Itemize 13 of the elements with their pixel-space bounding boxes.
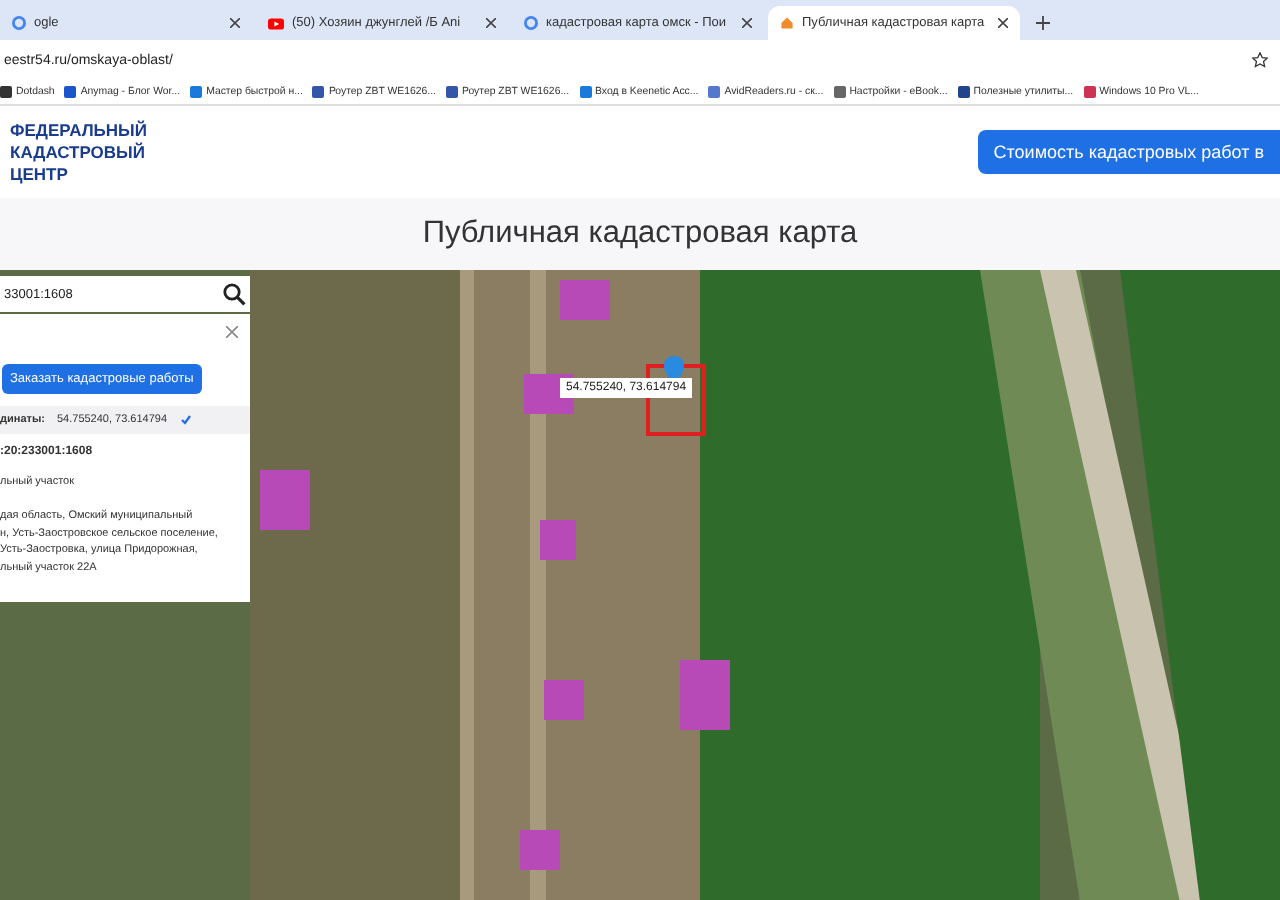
close-icon[interactable]: [998, 18, 1008, 28]
close-icon[interactable]: [486, 18, 496, 28]
check-icon: [179, 414, 192, 426]
search-icon[interactable]: [222, 282, 246, 306]
house-icon: [780, 16, 794, 30]
play-icon: [268, 17, 284, 29]
cost-button[interactable]: Стоимость кадастровых работ в: [977, 130, 1280, 174]
new-tab-icon[interactable]: [1036, 16, 1050, 30]
close-icon[interactable]: [742, 18, 752, 28]
star-icon[interactable]: [1252, 52, 1268, 68]
close-icon[interactable]: [230, 18, 240, 28]
page-title: Публичная кадастровая карта: [0, 198, 1280, 270]
logo-text: ФЕДЕРАЛЬНЫЙ КАДАСТРОВЫЙ ЦЕНТР: [10, 119, 147, 185]
